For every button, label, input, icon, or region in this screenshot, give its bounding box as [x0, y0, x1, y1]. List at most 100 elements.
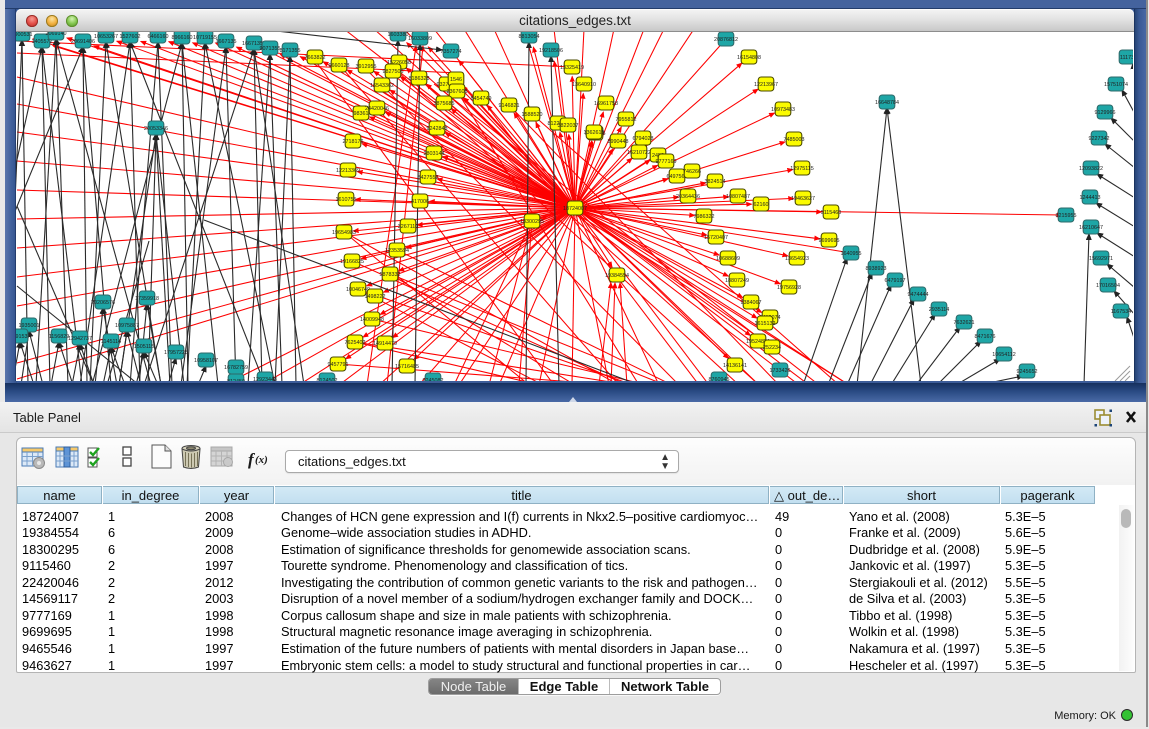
- svg-text:19654983: 19654983: [332, 230, 356, 236]
- svg-text:1610755: 1610755: [336, 197, 357, 203]
- svg-text:3824514: 3824514: [705, 179, 726, 185]
- svg-text:2803144: 2803144: [424, 151, 445, 157]
- svg-text:13325419: 13325419: [560, 65, 584, 71]
- svg-text:16782759: 16782759: [224, 365, 248, 371]
- svg-text:3822037: 3822037: [558, 123, 579, 129]
- svg-text:1640955: 1640955: [841, 251, 862, 257]
- svg-text:(x): (x): [255, 454, 268, 466]
- svg-text:9146821: 9146821: [499, 103, 520, 109]
- svg-text:7357274: 7357274: [441, 49, 462, 55]
- svg-text:1505115: 1505115: [134, 344, 155, 350]
- svg-text:6479197: 6479197: [885, 278, 906, 284]
- svg-text:8427552: 8427552: [418, 175, 439, 181]
- svg-text:746266: 746266: [683, 169, 701, 175]
- svg-text:8171355: 8171355: [280, 48, 301, 54]
- svg-text:9660128: 9660128: [329, 63, 350, 69]
- svg-text:14914479: 14914479: [373, 341, 397, 347]
- svg-text:12213369: 12213369: [336, 168, 360, 174]
- svg-text:9474444: 9474444: [908, 292, 929, 298]
- svg-text:12975115: 12975115: [790, 166, 814, 172]
- svg-text:2367608: 2367608: [447, 89, 468, 95]
- svg-text:10688609: 10688609: [716, 256, 740, 262]
- svg-text:1498222: 1498222: [365, 294, 386, 300]
- svg-text:9115460: 9115460: [821, 210, 842, 216]
- svg-text:3267110: 3267110: [398, 224, 419, 230]
- svg-text:8471676: 8471676: [975, 334, 996, 340]
- svg-text:18300295: 18300295: [520, 219, 544, 225]
- svg-text:20053346: 20053346: [144, 126, 168, 132]
- svg-text:9227342: 9227342: [1089, 136, 1110, 142]
- svg-text:10958107: 10958107: [194, 358, 218, 364]
- svg-text:10975887: 10975887: [115, 323, 139, 329]
- svg-text:10654112: 10654112: [992, 352, 1016, 358]
- svg-text:16648784: 16648784: [875, 100, 899, 106]
- svg-text:14009948: 14009948: [360, 317, 384, 323]
- svg-text:16961758: 16961758: [594, 101, 618, 107]
- svg-text:3875685: 3875685: [434, 101, 455, 107]
- svg-text:7632621: 7632621: [954, 320, 975, 326]
- svg-text:7986322: 7986322: [694, 214, 715, 220]
- svg-text:1667135: 1667135: [216, 39, 237, 45]
- svg-text:15751074: 15751074: [1104, 82, 1128, 88]
- svg-text:1145114: 1145114: [101, 339, 121, 345]
- svg-text:14136141: 14136141: [723, 363, 747, 369]
- svg-text:16543362: 16543362: [370, 83, 394, 89]
- svg-text:10973483: 10973483: [771, 107, 795, 113]
- svg-text:13654923: 13654923: [785, 256, 809, 262]
- svg-text:12923443: 12923443: [253, 377, 277, 382]
- svg-text:2935114: 2935114: [929, 307, 950, 313]
- svg-text:9245652: 9245652: [1017, 369, 1038, 375]
- svg-text:8454749: 8454749: [471, 96, 492, 102]
- svg-text:18807249: 18807249: [725, 278, 749, 284]
- svg-text:252234: 252234: [763, 345, 781, 351]
- svg-text:20364436: 20364436: [676, 194, 700, 200]
- svg-text:9384067: 9384067: [741, 300, 762, 306]
- svg-text:20206576: 20206576: [91, 300, 115, 306]
- svg-text:9777169: 9777169: [656, 159, 677, 165]
- svg-text:1244413: 1244413: [1080, 195, 1101, 201]
- svg-text:8938923: 8938923: [866, 266, 887, 272]
- svg-text:19218506: 19218506: [539, 48, 563, 54]
- svg-text:13640910: 13640910: [572, 82, 596, 88]
- svg-text:8813054: 8813054: [519, 34, 540, 40]
- svg-text:18724007: 18724007: [563, 206, 587, 212]
- svg-text:1167534: 1167534: [1111, 309, 1132, 315]
- svg-text:8186328: 8186328: [409, 76, 430, 82]
- svg-text:9245082: 9245082: [423, 378, 444, 382]
- svg-text:16033809: 16033809: [408, 36, 432, 42]
- svg-text:16210722: 16210722: [627, 150, 651, 156]
- svg-text:417006: 417006: [411, 199, 429, 205]
- svg-text:7625402: 7625402: [345, 340, 366, 346]
- svg-text:1546: 1546: [450, 77, 462, 83]
- svg-text:10719155: 10719155: [193, 35, 217, 41]
- svg-text:1733426: 1733426: [770, 368, 791, 374]
- svg-text:1588520: 1588520: [522, 112, 543, 118]
- svg-text:8990448: 8990448: [608, 139, 629, 145]
- svg-text:15716485: 15716485: [395, 364, 419, 370]
- svg-text:15692971: 15692971: [1089, 256, 1113, 262]
- svg-text:17957223: 17957223: [164, 350, 188, 356]
- svg-text:12213967: 12213967: [754, 82, 778, 88]
- svg-text:1527602: 1527602: [120, 34, 141, 40]
- svg-text:16210647: 16210647: [1079, 225, 1103, 231]
- svg-text:8760945: 8760945: [709, 377, 730, 382]
- svg-text:24420046: 24420046: [365, 106, 389, 112]
- svg-text:9129966: 9129966: [1095, 110, 1116, 116]
- svg-text:10807487: 10807487: [726, 194, 750, 200]
- svg-text:9242848: 9242848: [427, 126, 448, 132]
- svg-text:9071355: 9071355: [260, 46, 281, 52]
- svg-text:15720407: 15720407: [704, 235, 728, 241]
- svg-text:20691406: 20691406: [71, 39, 95, 45]
- svg-text:7955812: 7955812: [616, 117, 637, 123]
- svg-text:8124502: 8124502: [317, 378, 338, 382]
- svg-text:6466160: 6466160: [148, 34, 169, 40]
- svg-text:7485003: 7485003: [784, 137, 805, 143]
- svg-text:12093822: 12093822: [1079, 166, 1103, 172]
- svg-text:17016504: 17016504: [1096, 283, 1120, 289]
- svg-text:19756928: 19756928: [777, 285, 801, 291]
- svg-text:8215955: 8215955: [1056, 213, 1077, 219]
- svg-text:2718176: 2718176: [343, 139, 364, 145]
- svg-text:2069140: 2069140: [46, 32, 67, 37]
- svg-text:9457791: 9457791: [328, 362, 349, 368]
- svg-text:1615132: 1615132: [755, 321, 776, 327]
